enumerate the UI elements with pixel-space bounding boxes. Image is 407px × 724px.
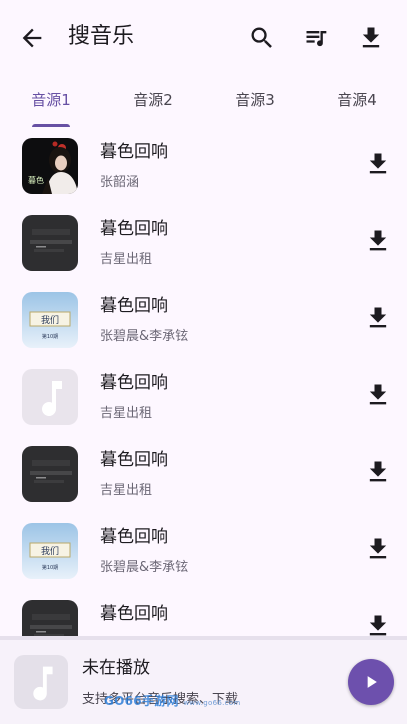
song-artist: 张碧晨&李承铉 bbox=[100, 560, 189, 575]
watermark: GO66手游网 www.go66.com bbox=[104, 692, 241, 709]
mini-player[interactable]: 未在播放 支持多平台音乐搜索、下载 bbox=[0, 640, 407, 724]
svg-text:暮色: 暮色 bbox=[28, 175, 44, 185]
svg-text:我们: 我们 bbox=[41, 545, 59, 557]
list-item[interactable]: 暮色回响 吉星出租 bbox=[0, 359, 407, 436]
download-icon[interactable] bbox=[364, 150, 392, 178]
song-artist: 吉星出租 bbox=[100, 483, 153, 498]
svg-text:我们: 我们 bbox=[41, 314, 59, 326]
song-title: 暮色回响 bbox=[100, 527, 168, 547]
song-title: 暮色回响 bbox=[100, 219, 168, 239]
list-item[interactable]: 暮色回响 bbox=[0, 590, 407, 636]
watermark-url: www.go66.com bbox=[183, 699, 241, 707]
download-icon[interactable] bbox=[364, 535, 392, 563]
download-icon[interactable] bbox=[364, 458, 392, 486]
download-icon[interactable] bbox=[364, 381, 392, 409]
list-item[interactable]: 暮色回响 吉星出租 bbox=[0, 205, 407, 282]
page-title: 搜音乐 bbox=[68, 24, 135, 49]
top-app-bar: 搜音乐 bbox=[0, 0, 407, 76]
download-icon[interactable] bbox=[364, 227, 392, 255]
svg-text:第10期: 第10期 bbox=[42, 564, 58, 571]
download-icon[interactable] bbox=[364, 304, 392, 332]
song-title: 暮色回响 bbox=[100, 296, 168, 316]
svg-text:第10期: 第10期 bbox=[42, 333, 58, 340]
song-artist: 吉星出租 bbox=[100, 406, 153, 421]
album-cover bbox=[22, 600, 78, 636]
song-title: 暮色回响 bbox=[100, 373, 168, 393]
song-artist: 张碧晨&李承铉 bbox=[100, 329, 189, 344]
song-title: 暮色回响 bbox=[100, 142, 168, 162]
album-cover bbox=[22, 446, 78, 502]
list-item[interactable]: 暮色 暮色回响 张韶涵 bbox=[0, 128, 407, 205]
album-cover: 暮色 bbox=[22, 138, 78, 194]
music-note-placeholder-icon bbox=[14, 655, 68, 709]
play-button[interactable] bbox=[348, 659, 394, 705]
playlist-icon[interactable] bbox=[303, 24, 331, 52]
song-artist: 张韶涵 bbox=[100, 175, 140, 190]
player-title: 未在播放 bbox=[82, 658, 150, 678]
watermark-text: GO66手游网 bbox=[104, 694, 179, 708]
list-item[interactable]: 我们 第10期 暮色回响 张碧晨&李承铉 bbox=[0, 282, 407, 359]
list-item[interactable]: 我们 第10期 暮色回响 张碧晨&李承铉 bbox=[0, 513, 407, 590]
tab-source-1[interactable]: 音源1 bbox=[0, 80, 102, 124]
play-icon bbox=[367, 676, 377, 688]
tab-source-4[interactable]: 音源4 bbox=[306, 80, 407, 124]
download-icon[interactable] bbox=[364, 612, 392, 636]
list-item[interactable]: 暮色回响 吉星出租 bbox=[0, 436, 407, 513]
download-icon[interactable] bbox=[357, 24, 385, 52]
album-cover: 我们 第10期 bbox=[22, 523, 78, 579]
tab-source-2[interactable]: 音源2 bbox=[102, 80, 204, 124]
active-tab-indicator bbox=[32, 124, 70, 127]
song-artist: 吉星出租 bbox=[100, 252, 153, 267]
music-note-placeholder-icon bbox=[22, 369, 78, 425]
song-list[interactable]: 暮色 暮色回响 张韶涵 暮色回响 吉星出租 我们 第10期 暮色回响 张碧晨&李… bbox=[0, 128, 407, 636]
app-screen: 搜音乐 音源1 音源2 音源3 音源4 暮色 暮色回响 张韶涵 暮色回响 吉星出… bbox=[0, 0, 407, 724]
tab-source-3[interactable]: 音源3 bbox=[204, 80, 306, 124]
album-cover bbox=[22, 215, 78, 271]
arrow-back-icon[interactable] bbox=[18, 24, 46, 52]
album-cover: 我们 第10期 bbox=[22, 292, 78, 348]
source-tabs: 音源1 音源2 音源3 音源4 bbox=[0, 80, 407, 128]
song-title: 暮色回响 bbox=[100, 604, 168, 624]
search-icon[interactable] bbox=[248, 24, 276, 52]
song-title: 暮色回响 bbox=[100, 450, 168, 470]
